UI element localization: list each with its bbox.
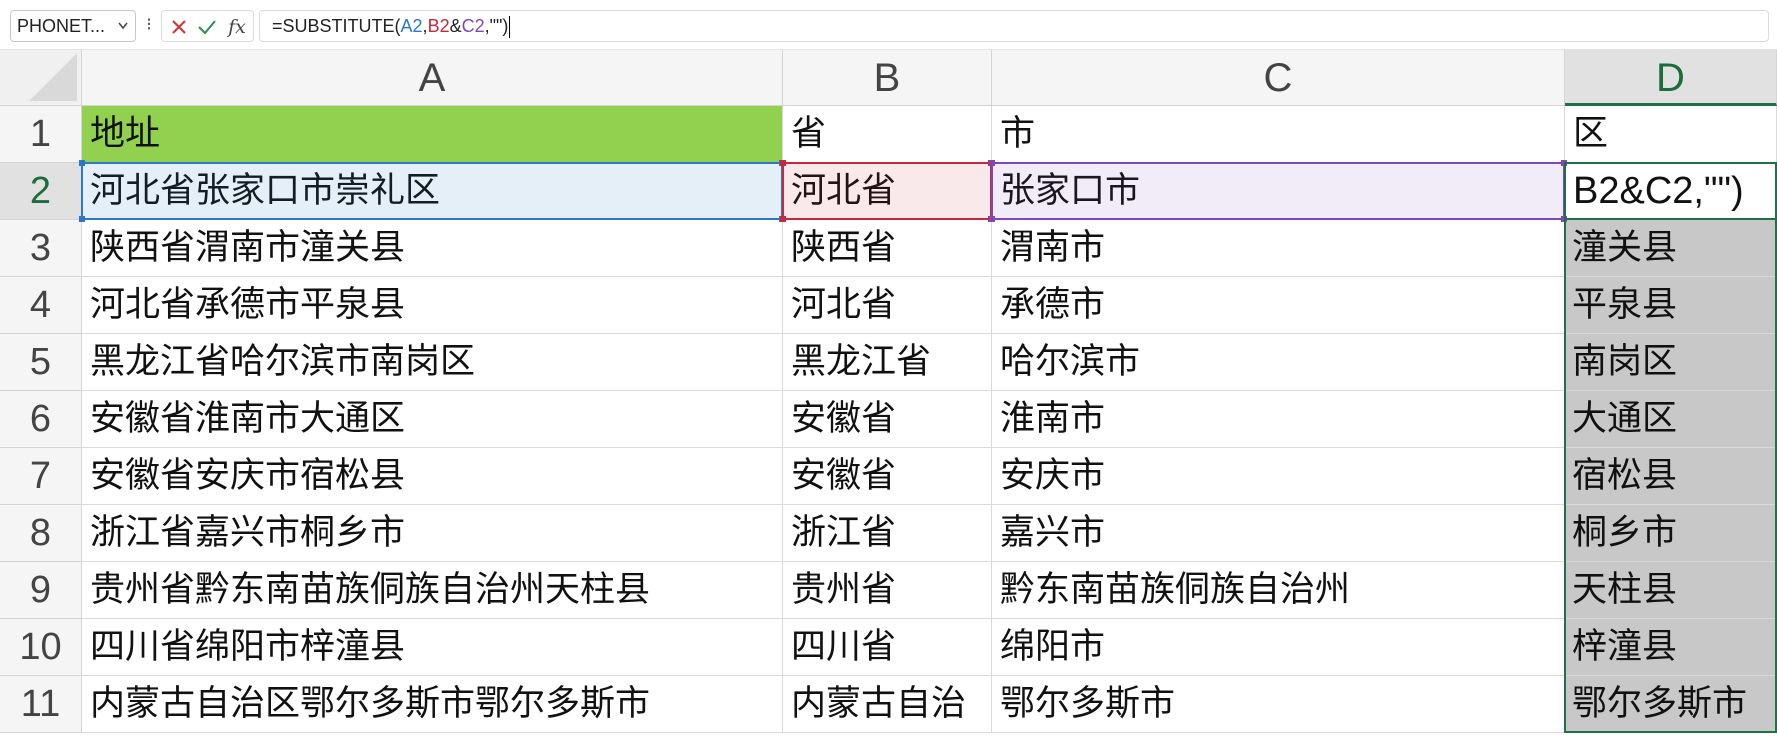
cell-b10[interactable]: 四川省 — [783, 619, 992, 676]
cell-b7[interactable]: 安徽省 — [783, 448, 992, 505]
cell-a10[interactable]: 四川省绵阳市梓潼县 — [82, 619, 783, 676]
formula-bar: PHONET... ⁝ fx =SUBSTITUTE(A2,B2&C2,"") — [0, 0, 1777, 50]
cell-b5[interactable]: 黑龙江省 — [783, 334, 992, 391]
more-options-icon[interactable]: ⁝ — [145, 12, 153, 38]
cell-b8[interactable]: 浙江省 — [783, 505, 992, 562]
cell-a7[interactable]: 安徽省安庆市宿松县 — [82, 448, 783, 505]
cell-c3[interactable]: 渭南市 — [992, 220, 1565, 277]
cell-c8[interactable]: 嘉兴市 — [992, 505, 1565, 562]
column-header-a[interactable]: A — [82, 50, 783, 106]
column-header-c[interactable]: C — [992, 50, 1565, 106]
cell-b2[interactable]: 河北省 — [783, 163, 992, 220]
cell-d11[interactable]: 鄂尔多斯市 — [1565, 676, 1777, 733]
cell-c2[interactable]: 张家口市 — [992, 163, 1565, 220]
cell-a2[interactable]: 河北省张家口市崇礼区 — [82, 163, 783, 220]
cell-d1[interactable]: 区 — [1565, 106, 1777, 163]
cell-d10[interactable]: 梓潼县 — [1565, 619, 1777, 676]
select-all-corner[interactable] — [0, 50, 82, 106]
cell-b6[interactable]: 安徽省 — [783, 391, 992, 448]
row-header-8[interactable]: 8 — [0, 505, 82, 562]
cell-d3[interactable]: 潼关县 — [1565, 220, 1777, 277]
cell-a3[interactable]: 陕西省渭南市潼关县 — [82, 220, 783, 277]
row-header-11[interactable]: 11 — [0, 676, 82, 733]
chevron-down-icon[interactable] — [117, 11, 129, 52]
cell-d5[interactable]: 南岗区 — [1565, 334, 1777, 391]
row-header-6[interactable]: 6 — [0, 391, 82, 448]
row-header-1[interactable]: 1 — [0, 106, 82, 163]
cell-d8[interactable]: 桐乡市 — [1565, 505, 1777, 562]
row-header-7[interactable]: 7 — [0, 448, 82, 505]
cell-b4[interactable]: 河北省 — [783, 277, 992, 334]
cell-c1[interactable]: 市 — [992, 106, 1565, 163]
cell-d4[interactable]: 平泉县 — [1565, 277, 1777, 334]
cell-a9[interactable]: 贵州省黔东南苗族侗族自治州天柱县 — [82, 562, 783, 619]
insert-function-icon[interactable]: fx — [224, 14, 250, 40]
formula-ampersand: & — [449, 16, 462, 36]
cell-a5[interactable]: 黑龙江省哈尔滨市南岗区 — [82, 334, 783, 391]
cell-c11[interactable]: 鄂尔多斯市 — [992, 676, 1565, 733]
row-header-5[interactable]: 5 — [0, 334, 82, 391]
name-box-value: PHONET... — [17, 16, 106, 36]
formula-suffix: ,"") — [484, 16, 509, 36]
cell-d9[interactable]: 天柱县 — [1565, 562, 1777, 619]
cell-c6[interactable]: 淮南市 — [992, 391, 1565, 448]
row-header-2[interactable]: 2 — [0, 163, 82, 220]
row-header-4[interactable]: 4 — [0, 277, 82, 334]
formula-ref-c2: C2 — [461, 16, 485, 36]
cell-a1[interactable]: 地址 — [82, 106, 783, 163]
cell-a6[interactable]: 安徽省淮南市大通区 — [82, 391, 783, 448]
cell-c10[interactable]: 绵阳市 — [992, 619, 1565, 676]
cell-a4[interactable]: 河北省承德市平泉县 — [82, 277, 783, 334]
cell-b9[interactable]: 贵州省 — [783, 562, 992, 619]
cell-c5[interactable]: 哈尔滨市 — [992, 334, 1565, 391]
check-icon[interactable] — [194, 14, 220, 40]
cell-d2[interactable]: B2&C2,"") — [1565, 163, 1777, 220]
cell-c9[interactable]: 黔东南苗族侗族自治州 — [992, 562, 1565, 619]
row-header-10[interactable]: 10 — [0, 619, 82, 676]
text-caret — [509, 16, 511, 39]
cell-a8[interactable]: 浙江省嘉兴市桐乡市 — [82, 505, 783, 562]
formula-prefix: =SUBSTITUTE( — [272, 16, 401, 36]
formula-ref-a2: A2 — [400, 16, 423, 36]
cell-c4[interactable]: 承德市 — [992, 277, 1565, 334]
formula-input[interactable]: =SUBSTITUTE(A2,B2&C2,"") — [259, 10, 1769, 42]
name-box[interactable]: PHONET... — [10, 10, 136, 42]
column-header-b[interactable]: B — [783, 50, 992, 106]
column-header-d[interactable]: D — [1565, 50, 1777, 106]
cell-c7[interactable]: 安庆市 — [992, 448, 1565, 505]
cell-b3[interactable]: 陕西省 — [783, 220, 992, 277]
cell-a11[interactable]: 内蒙古自治区鄂尔多斯市鄂尔多斯市 — [82, 676, 783, 733]
cell-b1[interactable]: 省 — [783, 106, 992, 163]
formula-ref-b2: B2 — [427, 16, 450, 36]
cell-b11[interactable]: 内蒙古自治 — [783, 676, 992, 733]
row-header-3[interactable]: 3 — [0, 220, 82, 277]
formula-buttons: fx — [161, 10, 254, 42]
close-icon[interactable] — [166, 14, 192, 40]
spreadsheet-grid: A B C D 1 地址省市区 2 河北省张家口市崇礼区 河北省 张家口市 B2&C2,"") 3 陕西… — [0, 50, 1777, 737]
cell-d6[interactable]: 大通区 — [1565, 391, 1777, 448]
row-header-9[interactable]: 9 — [0, 562, 82, 619]
cell-d7[interactable]: 宿松县 — [1565, 448, 1777, 505]
